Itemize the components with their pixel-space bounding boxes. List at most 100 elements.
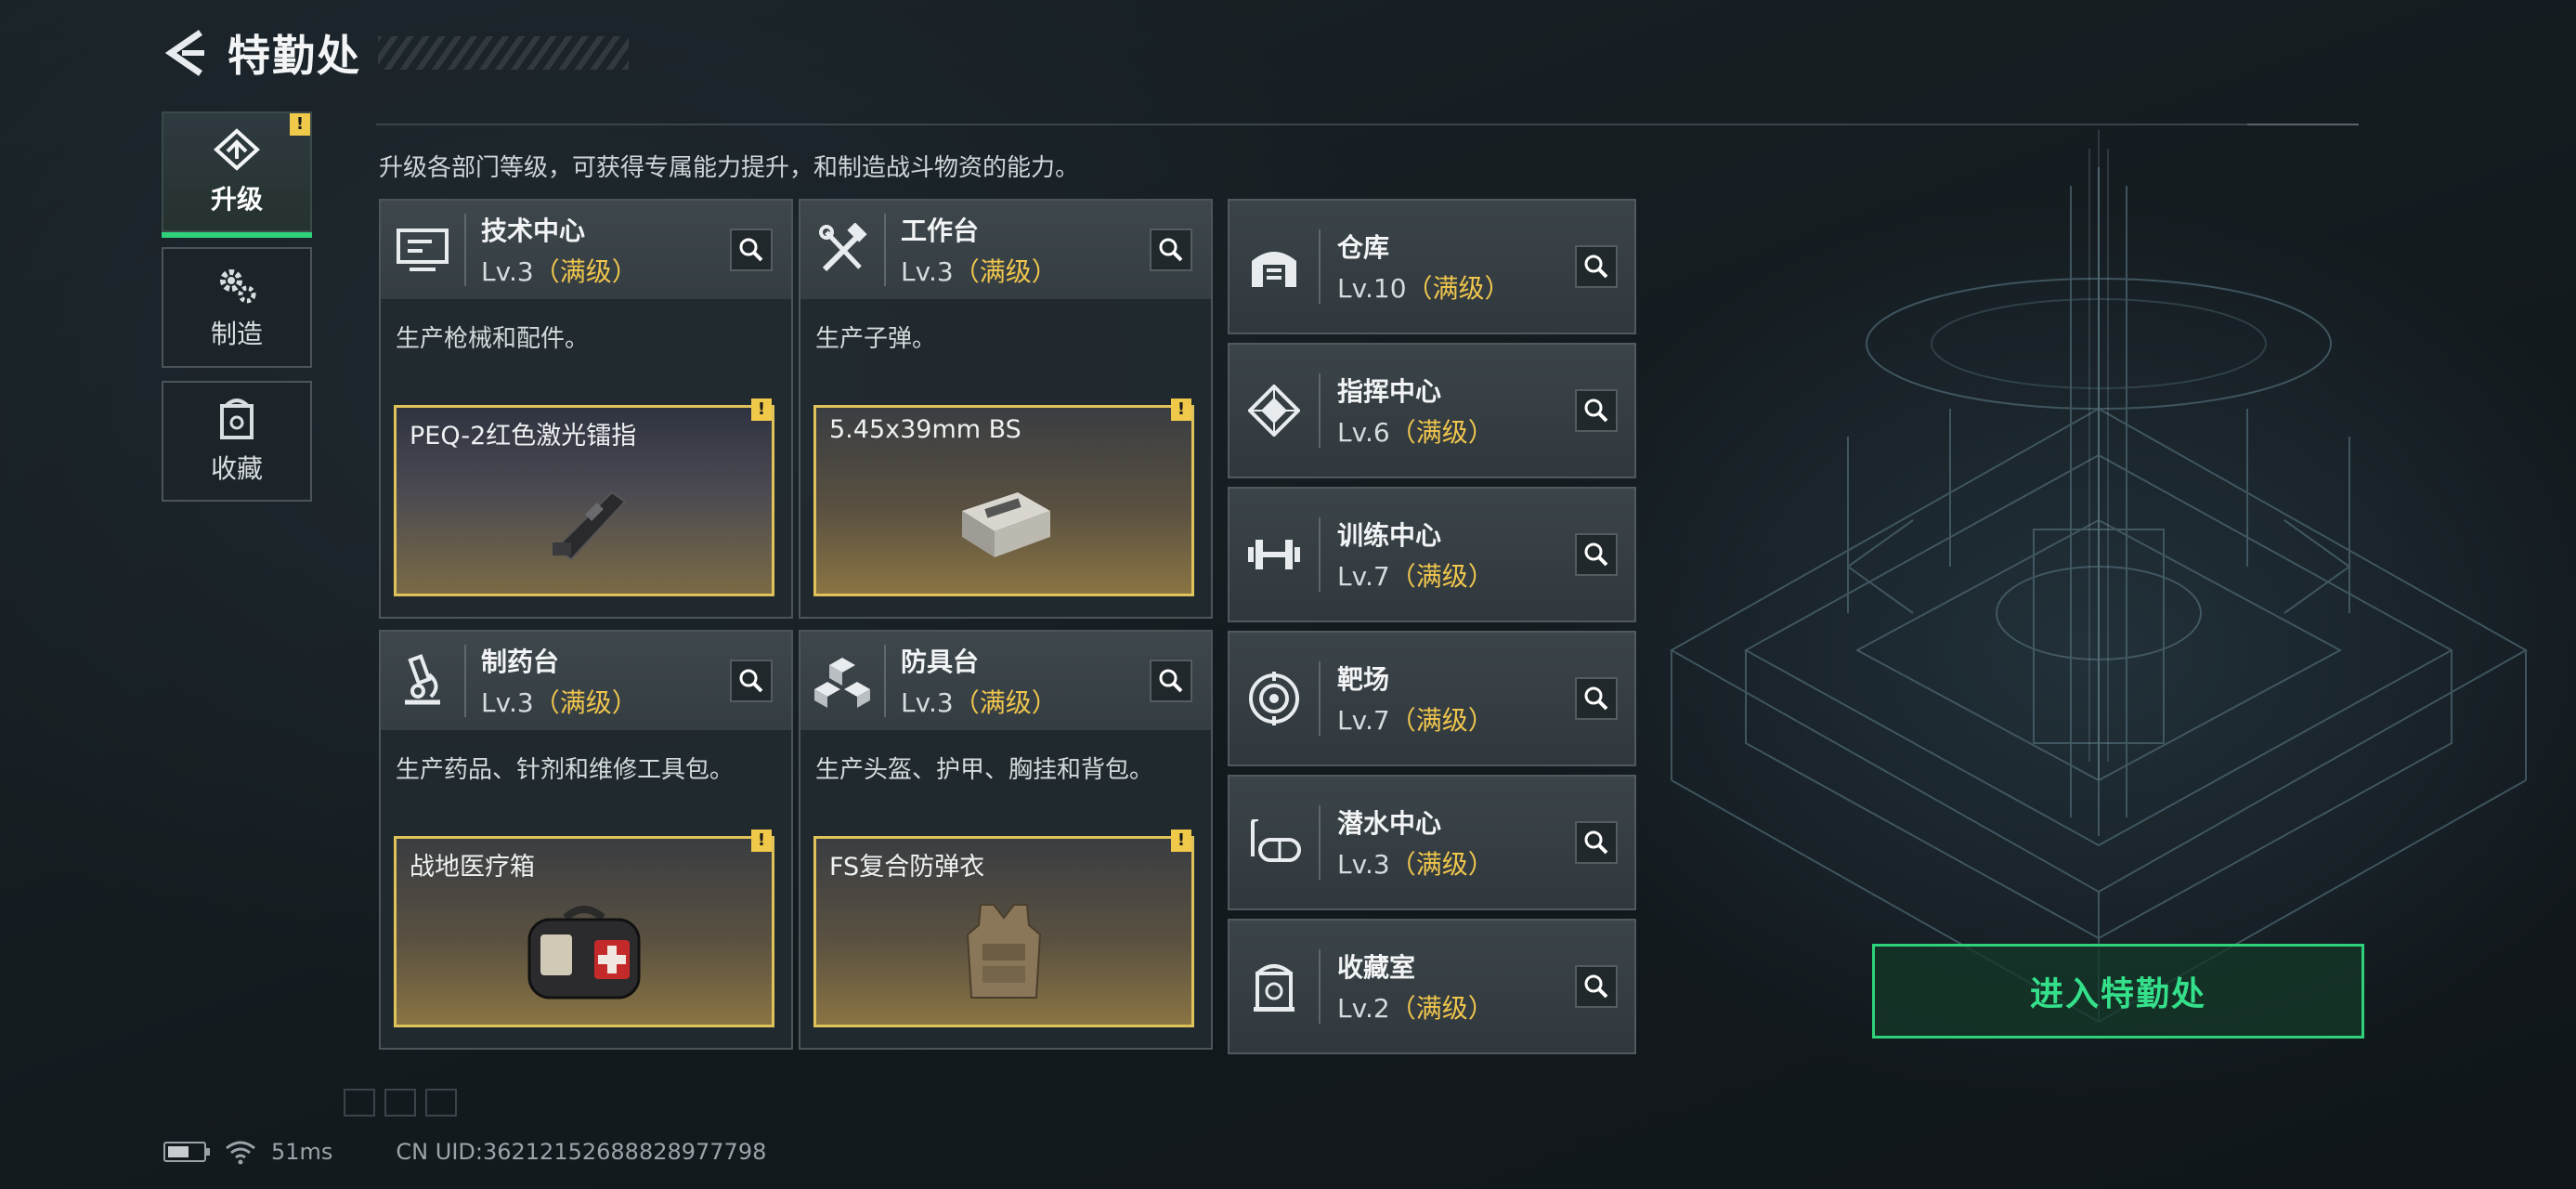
product-name: FS复合防弹衣 <box>829 853 985 882</box>
gear-icon <box>220 269 256 304</box>
search-icon <box>739 238 763 262</box>
search-icon <box>1159 238 1183 262</box>
tab-upgrade-label: 升级 <box>210 184 263 215</box>
ping-value: 51ms <box>271 1139 333 1165</box>
department-level: Lv.7（满级） <box>1337 705 1494 736</box>
department-name: 仓库 <box>1337 232 1390 263</box>
department-level: Lv.3（满级） <box>481 256 638 287</box>
inspect-button[interactable] <box>1575 821 1618 864</box>
enter-button-label: 进入特勤处 <box>2029 975 2206 1013</box>
inspect-button[interactable] <box>1575 245 1618 288</box>
inspect-button[interactable] <box>730 229 773 271</box>
inspect-button[interactable] <box>1150 229 1192 271</box>
search-icon <box>1584 399 1608 423</box>
tools-icon <box>800 201 884 299</box>
department-level: Lv.7（满级） <box>1337 561 1494 592</box>
warning-badge: ! <box>290 113 310 136</box>
card-header: 防具台 Lv.3（满级） <box>800 632 1211 730</box>
dumbbell-icon <box>1229 487 1319 622</box>
tab-upgrade[interactable]: 升级 ! <box>162 111 312 238</box>
collection-icon <box>220 399 254 439</box>
upgrade-icon <box>214 128 260 171</box>
department-training-center[interactable]: 训练中心 Lv.7（满级） <box>1228 487 1636 622</box>
separator <box>464 645 466 717</box>
department-level: Lv.3（满级） <box>1337 849 1494 880</box>
product-slot[interactable]: PEQ-2红色激光镭指 ! <box>394 399 774 596</box>
divider <box>376 124 2280 125</box>
body-armor-icon <box>816 885 1191 1017</box>
department-level: Lv.10（满级） <box>1337 273 1511 304</box>
department-diving-center[interactable]: 潜水中心 Lv.3（满级） <box>1228 775 1636 910</box>
department-warehouse[interactable]: 仓库 Lv.10（满级） <box>1228 199 1636 334</box>
title-decoration <box>378 36 629 70</box>
department-card-armor-bench[interactable]: 防具台 Lv.3（满级） 生产头盔、护甲、胸挂和背包。 FS复合防弹衣 ! <box>799 630 1213 1050</box>
product-slot[interactable]: FS复合防弹衣 ! <box>813 830 1194 1027</box>
card-header: 工作台 Lv.3（满级） <box>800 201 1211 299</box>
warning-badge: ! <box>751 830 772 852</box>
search-icon <box>1159 669 1183 693</box>
inspect-button[interactable] <box>730 660 773 702</box>
divider-accent <box>2247 124 2359 125</box>
department-level: Lv.3（满级） <box>901 256 1058 287</box>
back-button[interactable] <box>163 27 209 79</box>
department-name: 收藏室 <box>1337 952 1416 983</box>
enter-special-ops-button[interactable]: 进入特勤处 <box>1872 944 2364 1039</box>
inspect-button[interactable] <box>1575 389 1618 432</box>
search-icon <box>1584 255 1608 279</box>
status-bar: 51ms CN UID:3621215268882897​7798 <box>163 1139 766 1165</box>
inspect-button[interactable] <box>1575 965 1618 1008</box>
tab-collection[interactable]: 收藏 <box>162 381 312 502</box>
page-title: 特勤处 <box>228 31 361 81</box>
screen: 特勤处 升级 ! 制造 收藏 升级各部门等级，可获得专属能力提升，和制造战斗物资… <box>0 0 2576 1189</box>
warning-badge: ! <box>1171 830 1191 852</box>
tab-craft[interactable]: 制造 <box>162 247 312 368</box>
department-card-tech-center[interactable]: 技术中心 Lv.3（满级） 生产枪械和配件。 PEQ-2红色激光镭指 ! <box>379 199 793 619</box>
product-name: 战地医疗箱 <box>410 853 535 882</box>
department-description: 生产枪械和配件。 <box>396 325 590 353</box>
ammo-box-icon <box>816 454 1191 586</box>
inspect-button[interactable] <box>1575 677 1618 720</box>
search-icon <box>1584 974 1608 999</box>
diving-mask-icon <box>1229 775 1319 910</box>
card-header: 制药台 Lv.3（满级） <box>381 632 791 730</box>
department-name: 训练中心 <box>1337 520 1442 551</box>
collection-room-icon <box>1229 919 1319 1054</box>
laser-device-icon <box>397 454 772 586</box>
separator <box>1319 661 1321 736</box>
search-icon <box>1584 830 1608 855</box>
separator <box>1319 373 1321 448</box>
cubes-icon <box>800 632 884 730</box>
department-level: Lv.3（满级） <box>901 687 1058 718</box>
card-header: 技术中心 Lv.3（满级） <box>381 201 791 299</box>
department-command-center[interactable]: 指挥中心 Lv.6（满级） <box>1228 343 1636 478</box>
wifi-icon <box>226 1141 255 1165</box>
header: 特勤处 <box>163 20 629 85</box>
target-icon <box>1229 631 1319 766</box>
monitor-icon <box>381 201 464 299</box>
separator <box>464 214 466 286</box>
separator <box>1319 949 1321 1024</box>
inspect-button[interactable] <box>1150 660 1192 702</box>
department-card-workbench[interactable]: 工作台 Lv.3（满级） 生产子弹。 5.45x39mm BS ! <box>799 199 1213 619</box>
command-center-icon <box>1229 343 1319 478</box>
search-icon <box>739 669 763 693</box>
tab-collection-label: 收藏 <box>210 453 263 484</box>
product-slot[interactable]: 5.45x39mm BS ! <box>813 399 1194 596</box>
warning-badge: ! <box>1171 399 1191 421</box>
search-icon <box>1584 542 1608 567</box>
department-description: 生产药品、针剂和维修工具包。 <box>396 756 735 784</box>
department-shooting-range[interactable]: 靶场 Lv.7（满级） <box>1228 631 1636 766</box>
department-card-pharmacy[interactable]: 制药台 Lv.3（满级） 生产药品、针剂和维修工具包。 战地医疗箱 ! <box>379 630 793 1050</box>
product-slot[interactable]: 战地医疗箱 ! <box>394 830 774 1027</box>
product-name: PEQ-2红色激光镭指 <box>410 422 637 451</box>
department-level: Lv.6（满级） <box>1337 417 1494 448</box>
warning-badge: ! <box>751 399 772 421</box>
medical-kit-icon <box>397 885 772 1017</box>
department-description: 生产子弹。 <box>815 325 937 353</box>
product-name: 5.45x39mm BS <box>829 415 1021 444</box>
department-collection-room[interactable]: 收藏室 Lv.2（满级） <box>1228 919 1636 1054</box>
inspect-button[interactable] <box>1575 533 1618 576</box>
department-description: 生产头盔、护甲、胸挂和背包。 <box>815 756 1154 784</box>
department-level: Lv.2（满级） <box>1337 993 1494 1024</box>
separator <box>884 214 886 286</box>
